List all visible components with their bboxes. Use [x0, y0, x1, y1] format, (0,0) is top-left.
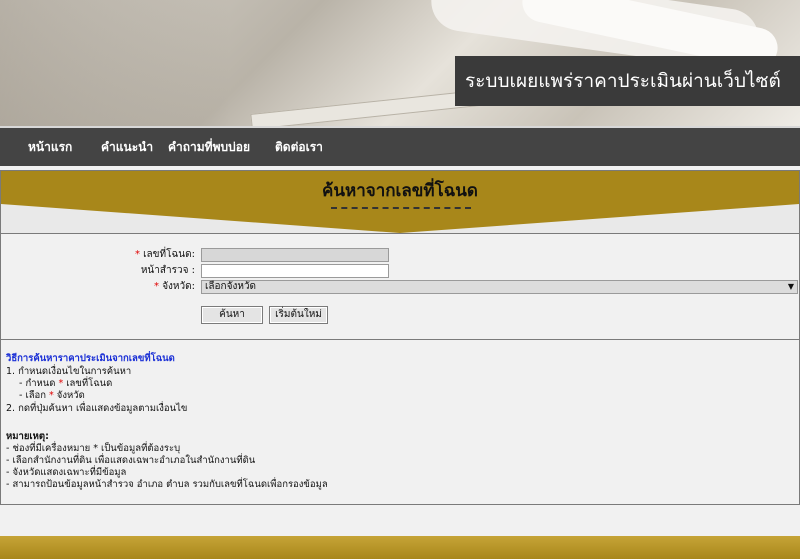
reset-button[interactable]: เริ่มต้นใหม่: [269, 306, 328, 324]
step-1a-field: เลขที่โฉนด: [66, 378, 113, 389]
nav-item-home[interactable]: หน้าแรก: [28, 128, 72, 166]
deed-number-label-text: เลขที่โฉนด:: [143, 249, 195, 260]
required-mark: *: [58, 378, 64, 389]
divider-top: [1, 233, 799, 234]
nav-item-contact[interactable]: ติดต่อเรา: [275, 128, 323, 166]
instruction-step-2: 2. กดที่ปุ่มค้นหา เพื่อแสดงข้อมูลตามเงื่…: [6, 403, 188, 414]
instruction-step-1b: - เลือก * จังหวัด: [19, 390, 85, 402]
note-3: - จังหวัดแสดงเฉพาะที่มีข้อมูล: [6, 467, 127, 478]
site-title: ระบบเผยแพร่ราคาประเมินผ่านเว็บไซต์: [455, 56, 800, 106]
divider-bottom: [1, 339, 799, 340]
nav-item-faq[interactable]: คำถามที่พบบ่อย: [168, 128, 250, 166]
title-underline: [331, 207, 471, 209]
dropdown-arrow-icon: ▼: [787, 282, 794, 291]
province-label: * จังหวัด:: [154, 280, 195, 294]
note-4: - สามารถป้อนข้อมูลหน้าสำรวจ อำเภอ ตำบล ร…: [6, 479, 328, 490]
survey-page-input[interactable]: [201, 264, 389, 278]
note-1: - ช่องที่มีเครื่องหมาย * เป็นข้อมูลที่ต้…: [6, 443, 181, 454]
required-mark: *: [49, 390, 54, 401]
step-1a-text: - กำหนด: [19, 378, 56, 389]
province-select[interactable]: เลือกจังหวัด ▼: [201, 280, 798, 294]
instruction-step-1a: - กำหนด * เลขที่โฉนด: [19, 378, 112, 390]
note-2: - เลือกสำนักงานที่ดิน เพื่อแสดงเฉพาะอำเภ…: [6, 455, 256, 466]
header-banner: ระบบเผยแพร่ราคาประเมินผ่านเว็บไซต์: [0, 0, 800, 126]
province-label-text: จังหวัด:: [162, 281, 195, 292]
required-mark: *: [134, 249, 140, 260]
survey-page-label: หน้าสำรวจ :: [140, 265, 195, 276]
step-1b-text: - เลือก: [19, 390, 46, 401]
main-nav: หน้าแรก คำแนะนำ คำถามที่พบบ่อย ติดต่อเรา: [0, 126, 800, 166]
instruction-step-1: 1. กำหนดเงื่อนไขในการค้นหา: [6, 366, 132, 377]
search-title: ค้นหาจากเลขที่โฉนด: [322, 181, 478, 201]
instructions-heading: วิธีการค้นหาราคาประเมินจากเลขที่โฉนด: [6, 353, 175, 364]
notes-heading: หมายเหตุ:: [6, 431, 49, 442]
step-1b-field: จังหวัด: [56, 390, 85, 401]
search-panel: ค้นหาจากเลขที่โฉนด * เลขที่โฉนด: หน้าสำร…: [0, 170, 800, 505]
search-header-band: ค้นหาจากเลขที่โฉนด: [1, 171, 799, 233]
required-mark: *: [154, 281, 159, 292]
nav-item-guide[interactable]: คำแนะนำ: [101, 128, 153, 166]
footer-band: [0, 536, 800, 559]
deed-number-input[interactable]: [201, 248, 389, 262]
province-selected-value: เลือกจังหวัด: [205, 281, 257, 292]
deed-number-label: * เลขที่โฉนด:: [135, 248, 195, 262]
search-button[interactable]: ค้นหา: [201, 306, 263, 324]
banner-shade: [0, 0, 230, 126]
